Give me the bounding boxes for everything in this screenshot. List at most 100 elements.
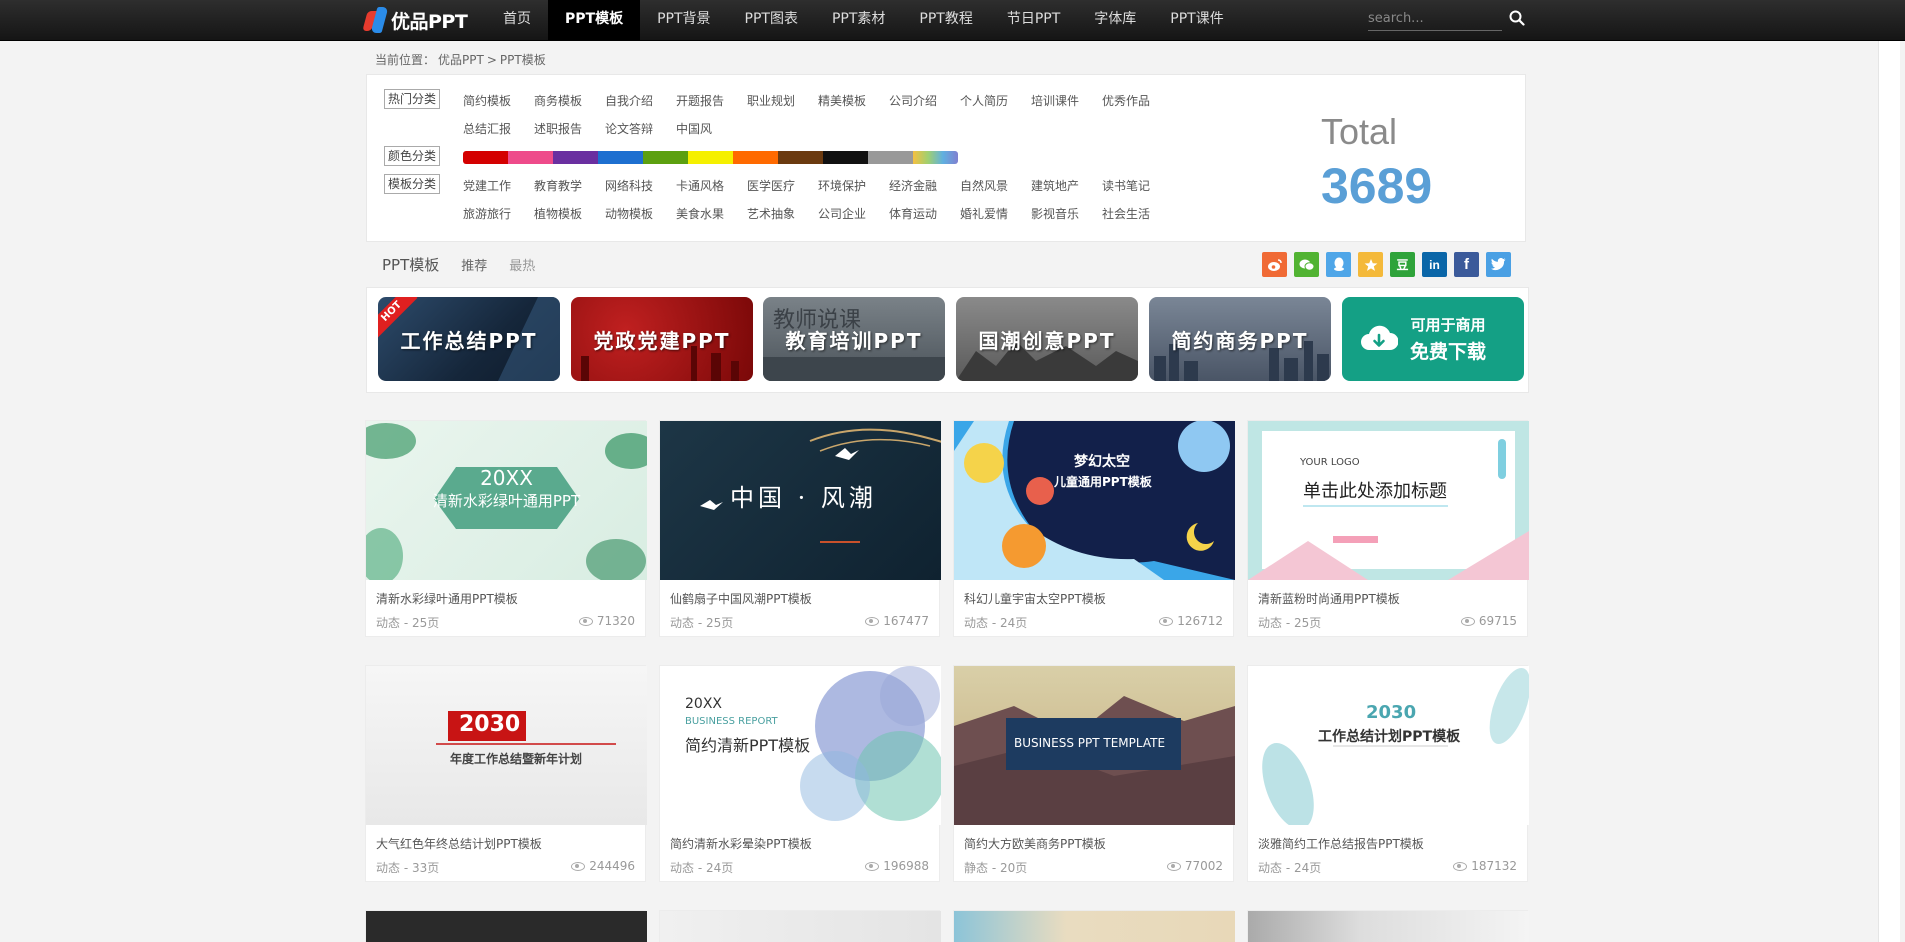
template-title[interactable]: 清新蓝粉时尚通用PPT模板	[1258, 590, 1400, 607]
hot-category-link[interactable]: 述职报告	[534, 120, 605, 137]
color-swatch-brown[interactable]	[778, 151, 823, 164]
template-thumbnail[interactable]: 20XX 清新水彩绿叶通用PPT	[366, 421, 647, 580]
qq-icon[interactable]	[1326, 252, 1351, 277]
color-swatch-green[interactable]	[643, 151, 688, 164]
template-category-link[interactable]: 婚礼爱情	[960, 205, 1031, 222]
twitter-icon[interactable]	[1486, 252, 1511, 277]
template-thumbnail[interactable]	[1248, 911, 1529, 942]
qzone-icon[interactable]	[1358, 252, 1383, 277]
nav-item-home[interactable]: 首页	[486, 0, 548, 41]
template-card[interactable]: 20XX BUSINESS REPORT 简约清新PPT模板 简约清新水彩晕染P…	[659, 665, 941, 882]
template-category-link[interactable]: 建筑地产	[1031, 177, 1102, 194]
hot-category-link[interactable]: 自我介绍	[605, 92, 676, 109]
color-swatch-yellow[interactable]	[688, 151, 733, 164]
template-card[interactable]	[659, 910, 941, 942]
search-icon[interactable]	[1508, 9, 1526, 27]
hot-category-link[interactable]: 精美模板	[818, 92, 889, 109]
template-category-link[interactable]: 艺术抽象	[747, 205, 818, 222]
template-card[interactable]: YOUR LOGO 单击此处添加标题 清新蓝粉时尚通用PPT模板 动态 - 25…	[1247, 420, 1529, 637]
template-card[interactable]: 20XX 清新水彩绿叶通用PPT 清新水彩绿叶通用PPT模板 动态 - 25页 …	[365, 420, 647, 637]
color-swatch-purple[interactable]	[553, 151, 598, 164]
template-title[interactable]: 科幻儿童宇宙太空PPT模板	[964, 590, 1106, 607]
nav-item-ppt-charts[interactable]: PPT图表	[728, 0, 815, 41]
template-card[interactable]: BUSINESS PPT TEMPLATE 简约大方欧美商务PPT模板 静态 -…	[953, 665, 1235, 882]
tab-recommended[interactable]: 推荐	[461, 255, 487, 274]
tab-ppt-templates[interactable]: PPT模板	[382, 254, 439, 275]
template-title[interactable]: 清新水彩绿叶通用PPT模板	[376, 590, 518, 607]
template-thumbnail[interactable]: YOUR LOGO 单击此处添加标题	[1248, 421, 1529, 580]
hot-category-link[interactable]: 开题报告	[676, 92, 747, 109]
nav-item-ppt-tutorials[interactable]: PPT教程	[902, 0, 989, 41]
template-card[interactable]	[1247, 910, 1529, 942]
hot-category-link[interactable]: 公司介绍	[889, 92, 960, 109]
hot-category-link[interactable]: 简约模板	[463, 92, 534, 109]
template-title[interactable]: 仙鹤扇子中国风潮PPT模板	[670, 590, 812, 607]
template-category-link[interactable]: 影视音乐	[1031, 205, 1102, 222]
template-category-link[interactable]: 医学医疗	[747, 177, 818, 194]
site-logo[interactable]: 优品PPT	[362, 4, 468, 36]
banner-guochao[interactable]: 国潮创意PPT	[956, 297, 1138, 381]
template-title[interactable]: 大气红色年终总结计划PPT模板	[376, 835, 542, 852]
template-category-link[interactable]: 体育运动	[889, 205, 960, 222]
hot-category-link[interactable]: 职业规划	[747, 92, 818, 109]
color-swatch-blue[interactable]	[598, 151, 643, 164]
breadcrumb-current[interactable]: PPT模板	[500, 53, 546, 67]
template-category-link[interactable]: 美食水果	[676, 205, 747, 222]
linkedin-icon[interactable]: in	[1422, 252, 1447, 277]
template-card[interactable]: 梦幻太空 儿童通用PPT模板 科幻儿童宇宙太空PPT模板 动态 - 24页 12…	[953, 420, 1235, 637]
color-swatch-black[interactable]	[823, 151, 868, 164]
template-title[interactable]: 简约大方欧美商务PPT模板	[964, 835, 1106, 852]
hot-category-link[interactable]: 中国风	[676, 120, 747, 137]
template-category-link[interactable]: 教育教学	[534, 177, 605, 194]
color-swatch-multicolor[interactable]	[913, 151, 958, 164]
weibo-icon[interactable]	[1262, 252, 1287, 277]
hot-category-link[interactable]: 商务模板	[534, 92, 605, 109]
banner-education[interactable]: 教师说课 教育培训PPT	[763, 297, 945, 381]
template-category-link[interactable]: 读书笔记	[1102, 177, 1173, 194]
template-card[interactable]: 中国 · 风潮 仙鹤扇子中国风潮PPT模板 动态 - 25页 167477	[659, 420, 941, 637]
hot-category-link[interactable]: 优秀作品	[1102, 92, 1173, 109]
nav-item-holiday-ppt[interactable]: 节日PPT	[990, 0, 1077, 41]
nav-item-ppt-backgrounds[interactable]: PPT背景	[640, 0, 727, 41]
template-category-link[interactable]: 网络科技	[605, 177, 676, 194]
breadcrumb-home[interactable]: 优品PPT	[438, 53, 484, 67]
template-card[interactable]	[953, 910, 1235, 942]
template-title[interactable]: 简约清新水彩晕染PPT模板	[670, 835, 812, 852]
template-thumbnail[interactable]: BUSINESS PPT TEMPLATE	[954, 666, 1235, 825]
template-category-link[interactable]: 自然风景	[960, 177, 1031, 194]
template-card[interactable]: 2030 工作总结计划PPT模板 淡雅简约工作总结报告PPT模板 动态 - 24…	[1247, 665, 1529, 882]
template-category-link[interactable]: 党建工作	[463, 177, 534, 194]
template-category-link[interactable]: 社会生活	[1102, 205, 1173, 222]
template-card[interactable]: 2030 年度工作总结暨新年计划 大气红色年终总结计划PPT模板 动态 - 33…	[365, 665, 647, 882]
nav-item-ppt-templates[interactable]: PPT模板	[548, 0, 641, 41]
color-swatch-gray[interactable]	[868, 151, 913, 164]
template-thumbnail[interactable]	[366, 911, 647, 942]
tab-hottest[interactable]: 最热	[509, 255, 535, 274]
hot-category-link[interactable]: 培训课件	[1031, 92, 1102, 109]
facebook-icon[interactable]: f	[1454, 252, 1479, 277]
template-thumbnail[interactable]: 2030 年度工作总结暨新年计划	[366, 666, 647, 825]
template-thumbnail[interactable]: 2030 工作总结计划PPT模板	[1248, 666, 1529, 825]
color-swatch-red[interactable]	[463, 151, 508, 164]
template-category-link[interactable]: 植物模板	[534, 205, 605, 222]
hot-category-link[interactable]: 个人简历	[960, 92, 1031, 109]
hot-category-link[interactable]: 总结汇报	[463, 120, 534, 137]
template-category-link[interactable]: 卡通风格	[676, 177, 747, 194]
hot-category-link[interactable]: 论文答辩	[605, 120, 676, 137]
template-category-link[interactable]: 动物模板	[605, 205, 676, 222]
banner-free-download[interactable]: 可用于商用 免费下载	[1342, 297, 1524, 381]
douban-icon[interactable]: 豆	[1390, 252, 1415, 277]
template-category-link[interactable]: 公司企业	[818, 205, 889, 222]
template-thumbnail[interactable]	[954, 911, 1235, 942]
template-category-link[interactable]: 环境保护	[818, 177, 889, 194]
search-input[interactable]	[1368, 7, 1486, 30]
wechat-icon[interactable]	[1294, 252, 1319, 277]
color-swatch-pink[interactable]	[508, 151, 553, 164]
nav-item-ppt-courseware[interactable]: PPT课件	[1153, 0, 1240, 41]
template-thumbnail[interactable]: 20XX BUSINESS REPORT 简约清新PPT模板	[660, 666, 941, 825]
template-thumbnail[interactable]: 梦幻太空 儿童通用PPT模板	[954, 421, 1235, 580]
template-category-link[interactable]: 旅游旅行	[463, 205, 534, 222]
color-swatch-orange[interactable]	[733, 151, 778, 164]
template-title[interactable]: 淡雅简约工作总结报告PPT模板	[1258, 835, 1424, 852]
template-thumbnail[interactable]: 中国 · 风潮	[660, 421, 941, 580]
